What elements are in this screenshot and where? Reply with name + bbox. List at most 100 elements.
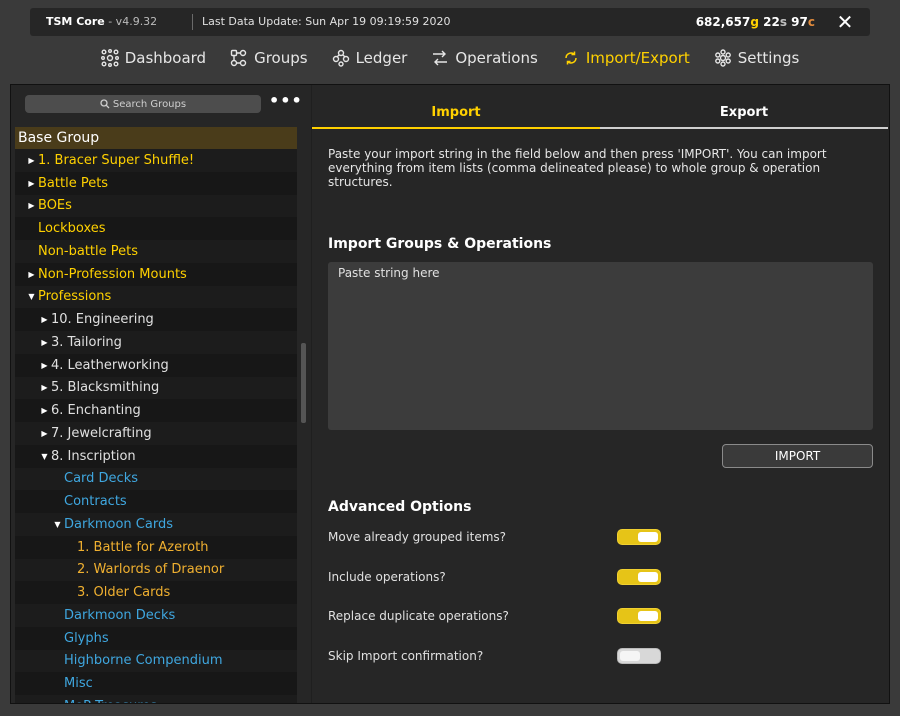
nav-import-export[interactable]: Import/Export <box>550 40 702 76</box>
operations-icon <box>433 50 448 66</box>
tree-row[interactable]: Contracts <box>15 490 297 513</box>
tree-row-label: Darkmoon Decks <box>64 607 176 623</box>
search-groups-input[interactable]: Search Groups <box>25 95 261 113</box>
expand-arrow-icon[interactable]: ▶ <box>38 429 51 438</box>
tree-row[interactable]: 2. Warlords of Draenor <box>15 558 297 582</box>
tree-row[interactable]: ▶ 10. Engineering <box>15 308 297 331</box>
expand-arrow-icon[interactable]: ▶ <box>25 201 38 210</box>
tree-row[interactable]: ▶ 7. Jewelcrafting <box>15 422 297 445</box>
tree-row-label: 10. Engineering <box>51 312 154 328</box>
tree-row-base-group[interactable]: Base Group <box>15 127 297 149</box>
import-heading: Import Groups & Operations <box>328 236 552 252</box>
tree-row[interactable]: ▼ Darkmoon Cards <box>15 513 297 536</box>
tree-row[interactable]: ▶ 3. Tailoring <box>15 331 297 354</box>
tree-row[interactable]: ▶ BOEs <box>15 194 297 218</box>
tree-row-label: 4. Leatherworking <box>51 357 169 373</box>
toggle-knob <box>638 532 658 542</box>
tree-row-label: 3. Tailoring <box>51 334 122 350</box>
expand-arrow-icon[interactable]: ▶ <box>25 270 38 279</box>
expand-arrow-icon[interactable]: ▶ <box>25 156 38 165</box>
import-instructions: Paste your import string in the field be… <box>328 147 827 189</box>
expand-arrow-icon[interactable]: ▶ <box>38 383 51 392</box>
collapse-arrow-icon[interactable]: ▼ <box>51 520 64 529</box>
search-placeholder: Search Groups <box>112 98 187 110</box>
more-options-button[interactable]: ••• <box>269 93 302 113</box>
tree-row-label: Base Group <box>18 130 100 146</box>
option-skip-import-confirmation: Skip Import confirmation? <box>328 646 648 666</box>
tree-row[interactable]: Lockboxes <box>15 217 297 240</box>
close-icon: ✕ <box>836 10 854 34</box>
import-button[interactable]: IMPORT <box>722 444 873 468</box>
app-version: - v4.9.32 <box>108 15 158 28</box>
tree-row[interactable]: ▶ 6. Enchanting <box>15 399 297 422</box>
nav-ledger[interactable]: Ledger <box>320 40 420 76</box>
tree-row[interactable]: ▶ 1. Bracer Super Shuffle! <box>15 149 297 172</box>
nav-settings[interactable]: Settings <box>702 40 812 76</box>
groups-icon <box>230 49 247 67</box>
tree-row-label: Card Decks <box>64 471 139 487</box>
option-label: Replace duplicate operations? <box>328 609 509 623</box>
close-button[interactable]: ✕ <box>828 8 862 36</box>
import-export-icon <box>565 51 577 65</box>
tree-row-label: 5. Blacksmithing <box>51 380 160 396</box>
tree-row-label: 3. Older Cards <box>77 585 171 601</box>
content-area: Search Groups ••• Base Group ▶ 1. Bracer … <box>10 84 890 704</box>
expand-arrow-icon[interactable]: ▶ <box>38 406 51 415</box>
tree-row[interactable]: Glyphs <box>15 626 297 650</box>
tree-row[interactable]: ▼ 8. Inscription <box>15 444 297 468</box>
nav-label: Ledger <box>355 49 408 67</box>
search-icon <box>100 99 110 109</box>
toggle-include-operations[interactable] <box>617 569 661 585</box>
toggle-knob <box>638 611 658 621</box>
nav-operations[interactable]: Operations <box>419 40 549 76</box>
group-tree: Base Group ▶ 1. Bracer Super Shuffle! ▶ Bat… <box>15 127 297 703</box>
tree-row[interactable]: ▶ 4. Leatherworking <box>15 353 297 377</box>
copper-amount: 97 <box>791 15 808 29</box>
tree-row[interactable]: Misc <box>15 672 297 695</box>
gold-amount: 682,657 <box>695 15 751 29</box>
tree-row[interactable]: ▶ Battle Pets <box>15 171 297 195</box>
collapse-arrow-icon[interactable]: ▼ <box>38 452 51 461</box>
main-nav: Dashboard Groups Ledger Operations Impor… <box>0 40 900 76</box>
tree-row[interactable]: ▶ 5. Blacksmithing <box>15 376 297 400</box>
tree-row[interactable]: Card Decks <box>15 467 297 491</box>
expand-arrow-icon[interactable]: ▶ <box>38 361 51 370</box>
tree-row-label: Non-Profession Mounts <box>38 266 187 282</box>
toggle-skip-import-confirmation[interactable] <box>617 648 661 664</box>
tree-row-label: 1. Battle for Azeroth <box>77 539 209 555</box>
option-label: Include operations? <box>328 570 446 584</box>
expand-arrow-icon[interactable]: ▶ <box>38 338 51 347</box>
group-tree-panel: Search Groups ••• Base Group ▶ 1. Bracer … <box>11 85 311 703</box>
tree-scrollbar[interactable] <box>301 343 306 423</box>
tree-row-label: Glyphs <box>64 630 109 646</box>
toggle-replace-duplicate-operations[interactable] <box>617 608 661 624</box>
tree-row[interactable]: 1. Battle for Azeroth <box>15 535 297 559</box>
option-move-grouped-items: Move already grouped items? <box>328 527 648 547</box>
tree-row[interactable]: MoP Treasures <box>15 695 297 703</box>
tab-export[interactable]: Export <box>600 103 888 129</box>
toggle-move-grouped-items[interactable] <box>617 529 661 545</box>
nav-dashboard[interactable]: Dashboard <box>89 40 218 76</box>
expand-arrow-icon[interactable]: ▶ <box>25 179 38 188</box>
settings-icon <box>714 49 731 67</box>
tree-row-label: BOEs <box>38 198 72 214</box>
nav-label: Settings <box>737 49 800 67</box>
tree-row[interactable]: Highborne Compendium <box>15 649 297 673</box>
tree-row[interactable]: ▼ Professions <box>15 285 297 309</box>
tree-row-label: Battle Pets <box>38 175 109 191</box>
option-label: Move already grouped items? <box>328 530 507 544</box>
tree-row[interactable]: 3. Older Cards <box>15 581 297 604</box>
tree-row[interactable]: ▶ Non-Profession Mounts <box>15 262 297 286</box>
collapse-arrow-icon[interactable]: ▼ <box>25 292 38 301</box>
tree-row[interactable]: Non-battle Pets <box>15 240 297 263</box>
tree-row-label: MoP Treasures <box>64 699 157 703</box>
tree-row-label: Contracts <box>64 494 127 510</box>
expand-arrow-icon[interactable]: ▶ <box>38 315 51 324</box>
last-data-update: Last Data Update: Sun Apr 19 09:19:59 20… <box>202 15 451 28</box>
import-string-input[interactable]: Paste string here <box>328 262 873 430</box>
tab-import[interactable]: Import <box>312 103 600 129</box>
tree-row-label: Darkmoon Cards <box>64 516 173 532</box>
tree-row[interactable]: Darkmoon Decks <box>15 604 297 627</box>
paste-placeholder: Paste string here <box>338 266 440 280</box>
nav-groups[interactable]: Groups <box>218 40 319 76</box>
